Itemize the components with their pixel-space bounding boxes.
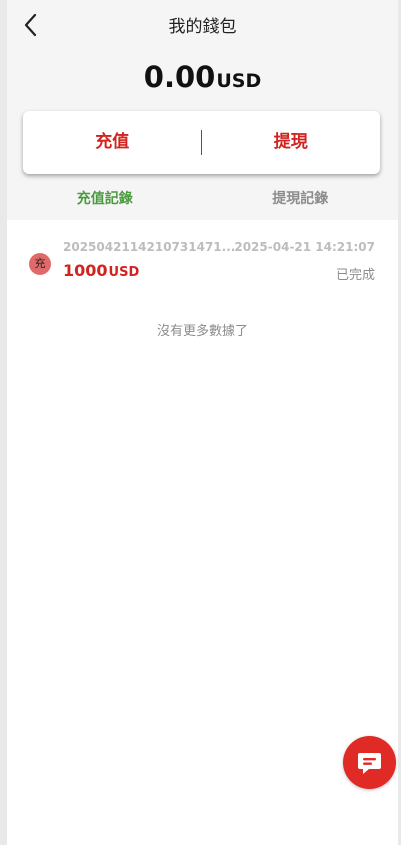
status-badge: 已完成 (335, 268, 375, 283)
page-title: 我的錢包 (168, 17, 237, 37)
deposit-button[interactable]: 充值 (23, 111, 202, 174)
balance-currency: USD (216, 70, 262, 92)
withdraw-button[interactable]: 提現 (202, 111, 381, 174)
balance-display: 0.00USD (7, 60, 398, 94)
tab-withdraw-records[interactable]: 提現記錄 (203, 188, 399, 208)
deposit-badge: 充 (29, 253, 51, 275)
record-tabs: 充值記錄 提現記錄 (7, 188, 398, 220)
tab-deposit-records[interactable]: 充值記錄 (7, 188, 203, 208)
order-id: 2025042114210731471... (63, 240, 236, 254)
balance-amount: 0.00 (143, 60, 216, 94)
wallet-page: 我的錢包 0.00USD 充值 提現 充值記錄 提現記錄 充 202504211… (7, 0, 398, 845)
list-item[interactable]: 充 2025042114210731471... 2025-04-21 14:2… (7, 236, 398, 296)
wallet-actions-card: 充值 提現 (23, 111, 380, 174)
list-end-text: 沒有更多數據了 (156, 324, 248, 339)
chat-bubble-icon (358, 753, 381, 774)
record-amount-value: 1000 (63, 261, 108, 280)
record-amount: 1000USD (63, 261, 139, 280)
record-amount-currency: USD (108, 265, 140, 280)
record-time: 2025-04-21 14:21:07 (234, 240, 375, 254)
chat-button[interactable] (343, 736, 396, 789)
